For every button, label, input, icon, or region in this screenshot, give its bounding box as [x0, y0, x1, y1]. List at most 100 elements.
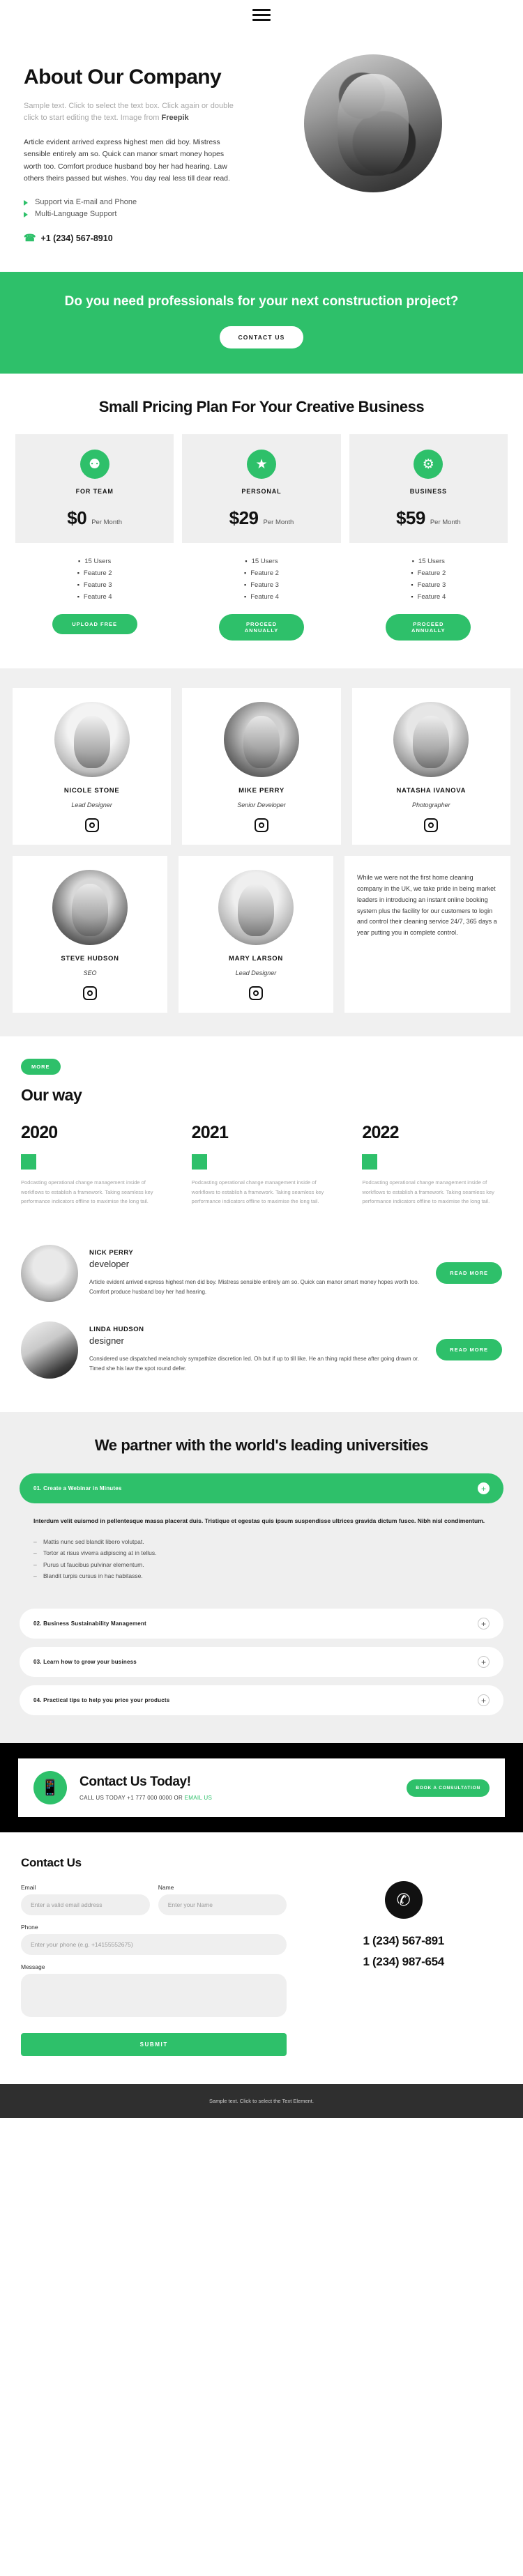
list-item: 15 Users: [182, 555, 340, 567]
plus-icon[interactable]: +: [478, 1656, 490, 1669]
burger-line: [252, 13, 271, 16]
instagram-icon[interactable]: [84, 818, 99, 833]
pricing-section: Small Pricing Plan For Your Creative Bus…: [0, 373, 523, 669]
accordion-header-04[interactable]: 04. Practical tips to help you price you…: [20, 1685, 503, 1716]
plan-icon-glyph: ★: [255, 457, 268, 472]
name-field[interactable]: [158, 1894, 287, 1916]
post-excerpt: Considered use dispatched melancholy sym…: [89, 1355, 419, 1372]
team-row: NICOLE STONE Lead Designer MIKE PERRY Se…: [13, 688, 510, 845]
footer-text: Sample text. Click to select the Text El…: [209, 2098, 314, 2105]
list-item: Feature 4: [349, 591, 508, 603]
contact-info-column: ✆ 1 (234) 567-891 1 (234) 987-654: [305, 1856, 502, 2056]
plan-period: Per Month: [430, 519, 461, 527]
burger-line: [252, 18, 271, 21]
avatar: [21, 1321, 78, 1379]
timeline-entry-2020: 2020 Podcasting operational change manag…: [21, 1123, 161, 1205]
hero-phone[interactable]: ☎ +1 (234) 567-8910: [24, 232, 240, 244]
plan-feature-list: 15 Users Feature 2 Feature 3 Feature 4: [349, 543, 508, 603]
hero-text-column: About Our Company Sample text. Click to …: [24, 46, 240, 244]
pricing-card-header: ⚉ FOR TEAM $0 Per Month: [15, 434, 174, 544]
list-item: Support via E-mail and Phone: [24, 196, 240, 208]
plan-period: Per Month: [91, 519, 123, 527]
plan-name: BUSINESS: [409, 488, 447, 496]
instagram-lens: [428, 822, 434, 829]
plan-price-row: $59 Per Month: [356, 507, 501, 529]
instagram-icon[interactable]: [83, 986, 97, 1001]
contact-form-section: Contact Us Email Name Phone Message SUBM: [0, 1832, 523, 2085]
accordion-header-02[interactable]: 02. Business Sustainability Management +: [20, 1609, 503, 1639]
proceed-annually-button-business[interactable]: PROCEED ANNUALLY: [386, 614, 471, 641]
email-field[interactable]: [21, 1894, 150, 1916]
page-title: About Our Company: [24, 66, 222, 89]
mobile-phone-icon: 📱: [33, 1771, 67, 1805]
member-name: STEVE HUDSON: [61, 955, 119, 963]
accordion-label: 02. Business Sustainability Management: [33, 1620, 146, 1627]
contact-today-card: 📱 Contact Us Today! CALL US TODAY +1 777…: [18, 1758, 505, 1818]
more-badge[interactable]: MORE: [21, 1059, 61, 1075]
team-card-nicole-stone: NICOLE STONE Lead Designer: [13, 688, 172, 845]
burger-line: [252, 8, 271, 11]
instagram-icon[interactable]: [254, 818, 268, 833]
contact-us-button[interactable]: CONTACT US: [220, 325, 303, 348]
top-bar: [0, 0, 523, 29]
email-label: Email: [21, 1884, 36, 1892]
accordion-header-01[interactable]: 01. Create a Webinar in Minutes +: [20, 1473, 503, 1504]
plan-icon-glyph: ⚙: [422, 457, 434, 472]
phone-field[interactable]: [21, 1934, 287, 1956]
blog-post-nick-perry: NICK PERRY developer Article evident arr…: [21, 1235, 502, 1312]
book-consultation-button[interactable]: BOOK A CONSULTATION: [407, 1779, 490, 1797]
proceed-annually-button-personal[interactable]: PROCEED ANNUALLY: [218, 614, 304, 641]
email-us-link[interactable]: EMAIL US: [185, 1795, 212, 1801]
quote-text: While we were not the first home cleanin…: [357, 874, 497, 937]
plan-feature-list: 15 Users Feature 2 Feature 3 Feature 4: [182, 543, 340, 603]
message-label: Message: [21, 1963, 45, 1971]
phone-number: +1 (234) 567-8910: [40, 233, 113, 243]
pricing-title: Small Pricing Plan For Your Creative Bus…: [98, 397, 425, 415]
name-field-group: Name: [158, 1884, 287, 1916]
team-quote-card: While we were not the first home cleanin…: [344, 856, 510, 1013]
cta-heading: Do you need professionals for your next …: [64, 294, 459, 309]
avatar: [52, 870, 128, 946]
freepik-link[interactable]: Freepik: [161, 114, 188, 122]
plus-icon[interactable]: +: [478, 1694, 490, 1707]
submit-button[interactable]: SUBMIT: [21, 2033, 287, 2057]
list-item: Feature 4: [15, 591, 174, 603]
year-label: 2021: [191, 1123, 229, 1143]
page-root: About Our Company Sample text. Click to …: [0, 0, 523, 2119]
plus-icon[interactable]: +: [478, 1618, 490, 1630]
hero-sample-prefix: Sample text. Click to select the text bo…: [24, 101, 234, 122]
timeline-entry-2022: 2022 Podcasting operational change manag…: [362, 1123, 502, 1205]
author-role: developer: [89, 1258, 130, 1269]
accordion-header-03[interactable]: 03. Learn how to grow your business +: [20, 1647, 503, 1678]
contact-phone-1[interactable]: 1 (234) 567-891: [363, 1934, 444, 1948]
year-description: Podcasting operational change management…: [191, 1179, 324, 1204]
read-more-button[interactable]: READ MORE: [436, 1262, 502, 1285]
upload-free-button[interactable]: UPLOAD FREE: [52, 614, 137, 635]
team-card-mike-perry: MIKE PERRY Senior Developer: [182, 688, 341, 845]
instagram-icon[interactable]: [249, 986, 263, 1001]
plus-icon[interactable]: +: [478, 1482, 490, 1495]
hero-image-column: [247, 46, 499, 244]
member-name: NICOLE STONE: [63, 787, 120, 795]
team-section: NICOLE STONE Lead Designer MIKE PERRY Se…: [0, 668, 523, 1037]
plan-name: PERSONAL: [241, 488, 282, 496]
panel-bullet-list: Mattis nunc sed blandit libero volutpat.…: [33, 1536, 490, 1582]
accordion: 01. Create a Webinar in Minutes + Interd…: [20, 1473, 503, 1716]
year-label: 2020: [21, 1123, 58, 1143]
member-name: MIKE PERRY: [238, 787, 285, 795]
read-more-button[interactable]: READ MORE: [436, 1339, 502, 1361]
avatar: [218, 870, 294, 946]
phone-icon: ☎: [24, 232, 36, 244]
list-item: Feature 3: [15, 579, 174, 591]
accordion-label: 03. Learn how to grow your business: [33, 1659, 137, 1666]
email-field-group: Email: [21, 1884, 150, 1916]
author-name: LINDA HUDSON: [89, 1325, 144, 1333]
instagram-icon[interactable]: [424, 818, 439, 833]
message-field[interactable]: [21, 1974, 287, 2018]
member-role: Lead Designer: [235, 969, 277, 977]
list-item: Feature 3: [182, 579, 340, 591]
hamburger-menu-icon[interactable]: [252, 8, 271, 21]
accordion-panel-01: Interdum velit euismod in pellentesque m…: [20, 1503, 503, 1600]
ourway-title: Our way: [21, 1086, 82, 1105]
contact-phone-2[interactable]: 1 (234) 987-654: [363, 1955, 444, 1969]
